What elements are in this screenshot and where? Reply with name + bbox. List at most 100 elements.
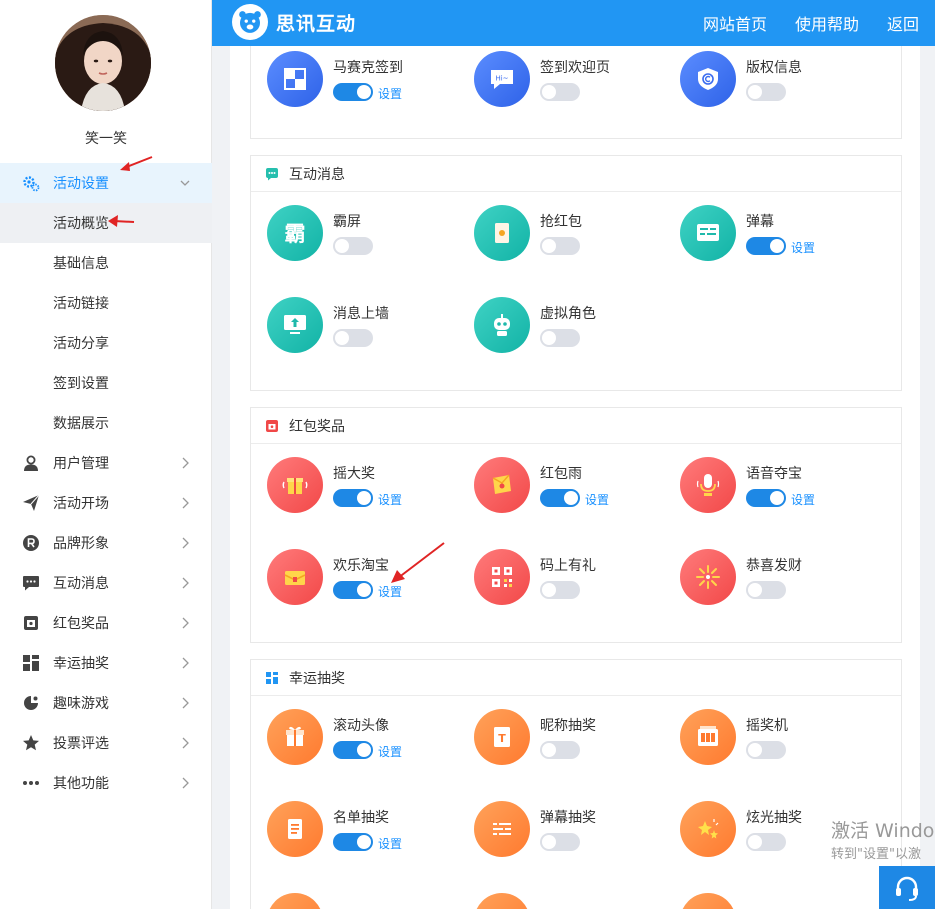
chevron-right-icon bbox=[182, 497, 189, 509]
settings-link[interactable]: 设置 bbox=[791, 239, 815, 256]
feature-toggle[interactable] bbox=[540, 237, 580, 255]
sidebar-item-activity-settings[interactable]: 活动设置 bbox=[0, 163, 212, 203]
submenu-label: 活动链接 bbox=[53, 296, 109, 312]
sidebar: 笑一笑 活动设置 活动概览 基础信息 活动链接 活动分享 签到设置 数据展示 用… bbox=[0, 0, 212, 909]
section-checkin: 马赛克签到 设置 Hi~ 签到欢迎页 版权信息 bbox=[250, 46, 902, 139]
section-header: 幸运抽奖 bbox=[251, 660, 901, 696]
ba-character-icon: 霸 bbox=[267, 205, 323, 261]
feature-card: 恭喜发财 bbox=[680, 549, 880, 609]
settings-link[interactable]: 设置 bbox=[585, 491, 609, 508]
feature-toggle[interactable] bbox=[333, 489, 373, 507]
feature-toggle[interactable] bbox=[333, 833, 373, 851]
feature-toggle[interactable] bbox=[540, 741, 580, 759]
sidebar-item-red-packet-prizes[interactable]: 红包奖品 bbox=[0, 603, 212, 643]
feature-toggle[interactable] bbox=[746, 83, 786, 101]
feature-icon bbox=[680, 893, 736, 909]
submenu-label: 基础信息 bbox=[53, 256, 109, 272]
section-header: 互动消息 bbox=[251, 156, 901, 192]
feature-toggle[interactable] bbox=[746, 833, 786, 851]
sidebar-item-label: 活动设置 bbox=[53, 176, 109, 192]
submenu-item-activity-link[interactable]: 活动链接 bbox=[0, 283, 212, 323]
feature-card: 弹幕 设置 bbox=[680, 205, 880, 265]
feature-card: 马赛克签到 设置 bbox=[267, 51, 467, 111]
feature-toggle[interactable] bbox=[333, 741, 373, 759]
submenu-item-activity-share[interactable]: 活动分享 bbox=[0, 323, 212, 363]
mosaic-icon bbox=[267, 51, 323, 107]
sidebar-item-brand-image[interactable]: 品牌形象 bbox=[0, 523, 212, 563]
slot-machine-icon bbox=[680, 709, 736, 765]
activation-watermark-sub: 转到"设置"以激 bbox=[831, 847, 921, 862]
feature-toggle[interactable] bbox=[333, 83, 373, 101]
customer-support-button[interactable] bbox=[879, 866, 935, 909]
feature-toggle[interactable] bbox=[333, 329, 373, 347]
sidebar-item-other-features[interactable]: 其他功能 bbox=[0, 763, 212, 803]
sidebar-item-lucky-draw[interactable]: 幸运抽奖 bbox=[0, 643, 212, 683]
settings-link[interactable]: 设置 bbox=[378, 743, 402, 760]
red-packet-icon bbox=[474, 205, 530, 261]
feature-card bbox=[680, 893, 880, 909]
sidebar-item-user-management[interactable]: 用户管理 bbox=[0, 443, 212, 483]
submenu-item-basic-info[interactable]: 基础信息 bbox=[0, 243, 212, 283]
avatar[interactable] bbox=[55, 15, 151, 111]
feature-name: 马赛克签到 bbox=[333, 60, 403, 76]
brand[interactable]: 思讯互动 bbox=[232, 4, 356, 40]
chevron-down-icon bbox=[180, 180, 190, 186]
feature-name: 炫光抽奖 bbox=[746, 810, 802, 826]
sidebar-item-interactive-messages[interactable]: 互动消息 bbox=[0, 563, 212, 603]
gift-icon bbox=[265, 419, 279, 433]
feature-card: 摇奖机 bbox=[680, 709, 880, 769]
feature-toggle[interactable] bbox=[746, 489, 786, 507]
feature-toggle[interactable] bbox=[540, 833, 580, 851]
home-link[interactable]: 网站首页 bbox=[703, 11, 767, 35]
feature-card: 摇大奖 设置 bbox=[267, 457, 467, 517]
feature-toggle[interactable] bbox=[333, 581, 373, 599]
feature-card: 滚动头像 设置 bbox=[267, 709, 467, 769]
feature-toggle[interactable] bbox=[746, 581, 786, 599]
feature-name: 名单抽奖 bbox=[333, 810, 389, 826]
game-icon bbox=[22, 694, 40, 712]
chat-bubble-icon bbox=[22, 574, 40, 592]
danmaku-screen-icon bbox=[680, 205, 736, 261]
sidebar-item-activity-opening[interactable]: 活动开场 bbox=[0, 483, 212, 523]
settings-link[interactable]: 设置 bbox=[378, 835, 402, 852]
settings-link[interactable]: 设置 bbox=[791, 491, 815, 508]
feature-name: 摇大奖 bbox=[333, 466, 375, 482]
sidebar-item-fun-games[interactable]: 趣味游戏 bbox=[0, 683, 212, 723]
back-link[interactable]: 返回 bbox=[887, 11, 919, 35]
chevron-right-icon bbox=[182, 697, 189, 709]
gears-icon bbox=[22, 174, 40, 192]
feature-name: 版权信息 bbox=[746, 60, 802, 76]
svg-text:霸: 霸 bbox=[285, 222, 306, 246]
chevron-right-icon bbox=[182, 617, 189, 629]
feature-name: 霸屏 bbox=[333, 214, 361, 230]
help-link[interactable]: 使用帮助 bbox=[795, 11, 859, 35]
settings-link[interactable]: 设置 bbox=[378, 491, 402, 508]
feature-toggle[interactable] bbox=[540, 329, 580, 347]
chevron-right-icon bbox=[182, 657, 189, 669]
feature-toggle[interactable] bbox=[540, 489, 580, 507]
svg-text:T: T bbox=[498, 732, 506, 745]
firework-icon bbox=[680, 549, 736, 605]
feature-card: 弹幕抽奖 bbox=[474, 801, 674, 861]
sidebar-item-voting[interactable]: 投票评选 bbox=[0, 723, 212, 763]
bear-logo-icon bbox=[232, 4, 268, 40]
feature-toggle[interactable] bbox=[540, 581, 580, 599]
gift-box-icon bbox=[267, 709, 323, 765]
feature-toggle[interactable] bbox=[333, 237, 373, 255]
feature-toggle[interactable] bbox=[746, 237, 786, 255]
section-interactive-messages: 互动消息 霸 霸屏 抢红包 弹幕 设置 消息上墙 虚拟角色 bbox=[250, 155, 902, 391]
feature-card: 欢乐淘宝 设置 bbox=[267, 549, 467, 609]
submenu-item-overview[interactable]: 活动概览 bbox=[0, 203, 212, 243]
sidebar-item-label: 活动开场 bbox=[53, 496, 109, 512]
feature-toggle[interactable] bbox=[746, 741, 786, 759]
sparkle-stars-icon bbox=[680, 801, 736, 857]
feature-toggle[interactable] bbox=[540, 83, 580, 101]
submenu-item-checkin-settings[interactable]: 签到设置 bbox=[0, 363, 212, 403]
chevron-right-icon bbox=[182, 537, 189, 549]
settings-link[interactable]: 设置 bbox=[378, 583, 402, 600]
robot-icon bbox=[474, 297, 530, 353]
submenu-item-data-display[interactable]: 数据展示 bbox=[0, 403, 212, 443]
chevron-right-icon bbox=[182, 737, 189, 749]
red-envelope-rain-icon bbox=[474, 457, 530, 513]
settings-link[interactable]: 设置 bbox=[378, 85, 402, 102]
